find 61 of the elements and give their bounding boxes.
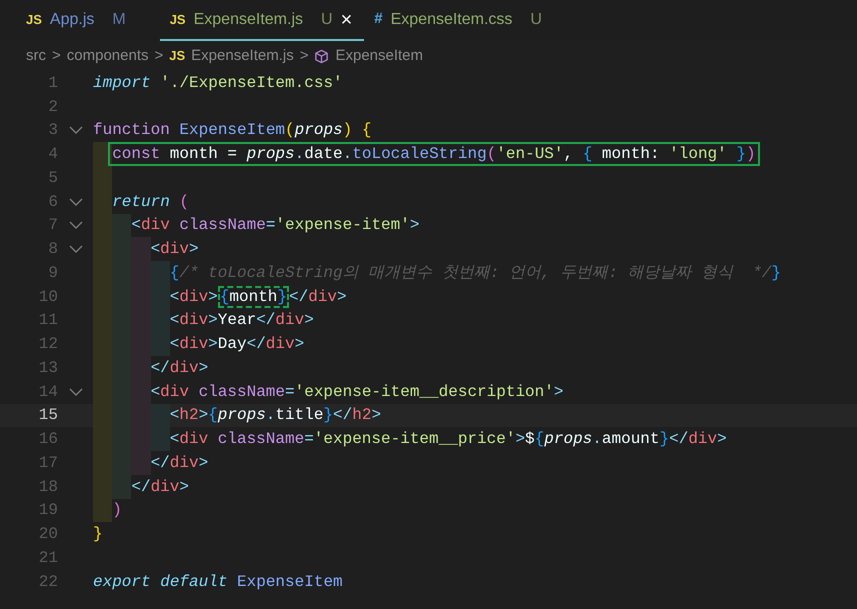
line-number: 19 [38, 500, 58, 522]
line-number: 2 [47, 96, 58, 118]
code-line: <div className='expense-item__description'> [150, 382, 564, 403]
cube-icon [314, 48, 330, 64]
line-number: 15 [38, 405, 58, 426]
line-number: 14 [38, 382, 58, 403]
js-icon: JS [170, 10, 186, 30]
line-number: 3 [47, 120, 58, 142]
line-number: 11 [38, 310, 58, 332]
chevron-icon[interactable] [68, 388, 82, 396]
line-number: 7 [47, 215, 58, 236]
line-number: 18 [38, 476, 58, 498]
breadcrumb-item[interactable]: src [26, 44, 46, 68]
code-line: <h2>{props.title}</h2> [170, 405, 382, 426]
js-icon: JS [26, 10, 42, 30]
chevron-icon[interactable] [68, 221, 82, 230]
code-line: ) [112, 500, 122, 522]
code-line: <div className='expense-item__price'>${props.amount}</div> [170, 429, 727, 450]
line-number: 12 [38, 334, 58, 356]
hash-icon: # [374, 8, 383, 31]
line-number: 20 [38, 524, 58, 546]
editor-tab[interactable]: JS ExpenseItem.js U × [160, 0, 364, 41]
line-number: 4 [47, 144, 58, 166]
chevron-icon[interactable] [68, 245, 82, 254]
line-number: 5 [47, 168, 58, 189]
editor-tab[interactable]: JS App.js M [16, 0, 136, 41]
line-number: 17 [38, 452, 58, 474]
chevron-separator: > [300, 46, 308, 66]
code-line: </div> [150, 358, 208, 379]
code-line: {/* toLocaleString의 매개변수 첫번째: 언어, 두번째: 해당날짜 형식 */} [170, 262, 782, 284]
line-number: 10 [38, 286, 58, 308]
code-line: <div>{month}</div> [170, 284, 347, 308]
line-number: 8 [47, 239, 58, 260]
breadcrumb-item[interactable]: components [66, 44, 148, 68]
line-number: 9 [47, 262, 58, 284]
chevron-separator: > [154, 46, 164, 66]
js-icon: JS [169, 46, 186, 66]
editor-tab[interactable]: # ExpenseItem.css U [364, 0, 552, 41]
code-line: function ExpenseItem(props) { [93, 120, 372, 142]
chevron-icon[interactable] [68, 198, 82, 206]
line-number: 13 [38, 358, 58, 379]
code-line: <div>Day</div> [170, 334, 304, 356]
chevron-separator: > [52, 46, 61, 66]
code-line: </div> [131, 476, 189, 498]
line-number: 1 [47, 72, 58, 94]
code-line: <div>Year</div> [170, 310, 314, 332]
breadcrumb-item[interactable]: ExpenseItem.js [191, 44, 294, 68]
breadcrumb-item[interactable]: ExpenseItem [335, 44, 424, 68]
chevron-icon[interactable] [68, 126, 82, 134]
code-line: <div className='expense-item'> [131, 215, 420, 236]
code-line: export default ExpenseItem [93, 572, 343, 593]
close-button[interactable]: × [340, 10, 352, 30]
line-number: 6 [47, 192, 58, 213]
code-line: import './ExpenseItem.css' [93, 72, 343, 94]
code-line: </div> [150, 452, 208, 474]
code-line: } [93, 524, 103, 546]
line-number: 22 [38, 572, 58, 593]
code-line: <div> [150, 239, 199, 260]
line-number: 21 [38, 548, 58, 569]
code-line: return ( [112, 192, 189, 213]
line-number: 16 [38, 429, 58, 450]
